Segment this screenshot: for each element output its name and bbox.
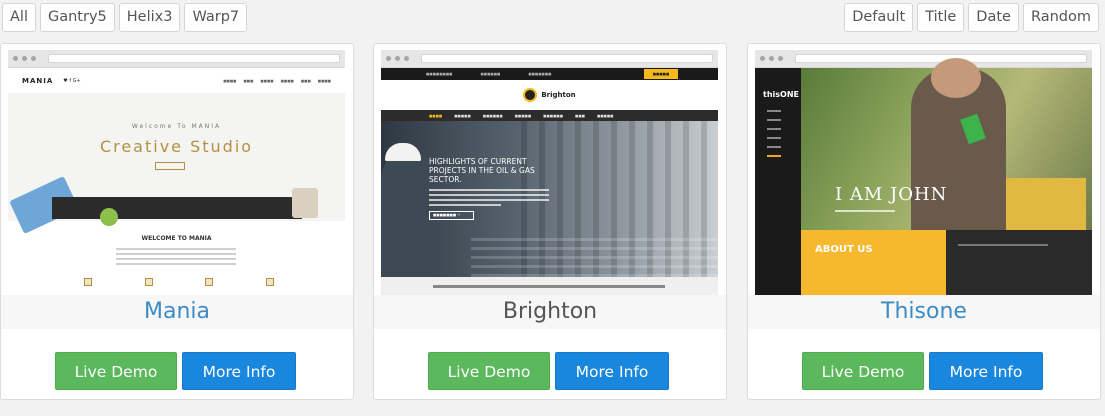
filter-all-button[interactable]: All (2, 3, 36, 32)
more-info-button[interactable]: More Info (182, 352, 296, 390)
brighton-logo-icon (523, 88, 538, 102)
thumb-section-title: ABOUT US (815, 244, 873, 255)
live-demo-button[interactable]: Live Demo (428, 352, 550, 390)
sort-default-button[interactable]: Default (844, 3, 914, 32)
template-thumbnail[interactable]: MANIA ♥ f G+ ■■■■ ■■■ ■■■■ ■■■■ ■■■ ■■■■ Welc… (8, 50, 345, 295)
category-filters: All Gantry5 Helix3 Warp7 (2, 3, 248, 32)
filter-gantry5-button[interactable]: Gantry5 (39, 3, 115, 32)
thumb-welcome-text: Welcome To MANIA (131, 123, 222, 130)
sort-title-button[interactable]: Title (917, 3, 965, 32)
thumb-headline: I AM JOHN (835, 184, 948, 205)
browser-frame (381, 50, 718, 68)
template-card-thisone: thisONE I AM JOHN ABOUT US Thisone Live … (747, 43, 1101, 400)
browser-frame (8, 50, 345, 68)
thumb-headline: HIGHLIGHTS OF CURRENT PROJECTS IN THE OI… (429, 157, 535, 184)
template-title[interactable]: Mania (144, 299, 210, 324)
template-title-bar: Brighton (374, 295, 726, 329)
more-info-button[interactable]: More Info (929, 352, 1043, 390)
thumb-headline: Creative Studio (99, 137, 254, 156)
sort-random-button[interactable]: Random (1022, 3, 1099, 32)
template-title[interactable]: Thisone (881, 299, 967, 324)
thumb-logo: Brighton (541, 91, 576, 99)
template-card-mania: MANIA ♥ f G+ ■■■■ ■■■ ■■■■ ■■■■ ■■■ ■■■■ Welc… (0, 43, 354, 400)
thumb-section-title: WELCOME TO MANIA (141, 235, 212, 242)
template-thumbnail[interactable]: thisONE I AM JOHN ABOUT US (755, 50, 1092, 295)
filter-bar: All Gantry5 Helix3 Warp7 Default Title D… (0, 3, 1105, 33)
template-title-bar: Thisone (748, 295, 1100, 329)
filter-helix3-button[interactable]: Helix3 (118, 3, 181, 32)
more-info-button[interactable]: More Info (555, 352, 669, 390)
live-demo-button[interactable]: Live Demo (802, 352, 924, 390)
template-title-bar: Mania (1, 295, 353, 329)
template-title[interactable]: Brighton (503, 299, 597, 324)
filter-warp7-button[interactable]: Warp7 (184, 3, 248, 32)
thumb-logo: thisONE (763, 90, 799, 99)
template-thumbnail[interactable]: ■■■■■■■■ ■■■■■■ ■■■■■■■ ■■■■■ Brighton ■■■… (381, 50, 718, 295)
sort-date-button[interactable]: Date (968, 3, 1019, 32)
thumb-logo: MANIA (22, 76, 54, 85)
sort-options: Default Title Date Random (844, 3, 1099, 32)
browser-frame (755, 50, 1092, 68)
template-card-brighton: ■■■■■■■■ ■■■■■■ ■■■■■■■ ■■■■■ Brighton ■■■… (373, 43, 727, 400)
live-demo-button[interactable]: Live Demo (55, 352, 177, 390)
